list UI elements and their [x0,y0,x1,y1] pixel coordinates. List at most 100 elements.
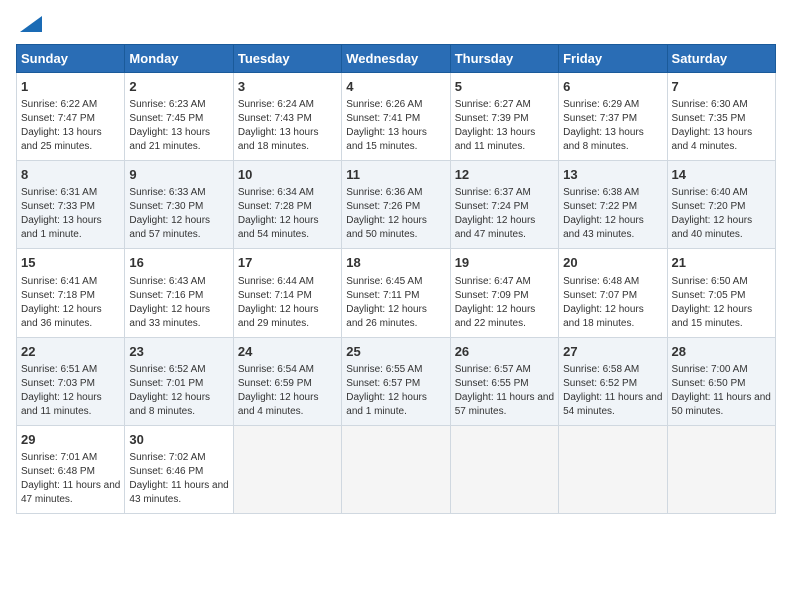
calendar-cell: 3 Sunrise: 6:24 AM Sunset: 7:43 PM Dayli… [233,73,341,161]
calendar-cell: 2 Sunrise: 6:23 AM Sunset: 7:45 PM Dayli… [125,73,233,161]
sunset-text: Sunset: 6:57 PM [346,378,420,389]
calendar-cell: 24 Sunrise: 6:54 AM Sunset: 6:59 PM Dayl… [233,337,341,425]
calendar-week-row: 22 Sunrise: 6:51 AM Sunset: 7:03 PM Dayl… [17,337,776,425]
sunset-text: Sunset: 7:30 PM [129,201,203,212]
daylight-text: Daylight: 13 hours and 1 minute. [21,215,102,240]
calendar-cell: 6 Sunrise: 6:29 AM Sunset: 7:37 PM Dayli… [559,73,667,161]
sunrise-text: Sunrise: 6:54 AM [238,364,314,375]
day-number: 20 [563,254,662,272]
day-number: 21 [672,254,771,272]
day-number: 18 [346,254,445,272]
calendar-cell: 19 Sunrise: 6:47 AM Sunset: 7:09 PM Dayl… [450,249,558,337]
sunset-text: Sunset: 6:46 PM [129,466,203,477]
sunset-text: Sunset: 7:24 PM [455,201,529,212]
sunset-text: Sunset: 7:22 PM [563,201,637,212]
day-number: 4 [346,78,445,96]
sunrise-text: Sunrise: 7:00 AM [672,364,748,375]
logo-icon [20,16,42,32]
sunrise-text: Sunrise: 6:38 AM [563,187,639,198]
calendar-cell: 26 Sunrise: 6:57 AM Sunset: 6:55 PM Dayl… [450,337,558,425]
calendar-cell: 22 Sunrise: 6:51 AM Sunset: 7:03 PM Dayl… [17,337,125,425]
daylight-text: Daylight: 12 hours and 36 minutes. [21,304,102,329]
sunrise-text: Sunrise: 6:44 AM [238,276,314,287]
sunrise-text: Sunrise: 6:23 AM [129,99,205,110]
sunset-text: Sunset: 7:45 PM [129,113,203,124]
day-number: 5 [455,78,554,96]
day-number: 30 [129,431,228,449]
sunrise-text: Sunrise: 6:37 AM [455,187,531,198]
calendar-cell: 1 Sunrise: 6:22 AM Sunset: 7:47 PM Dayli… [17,73,125,161]
sunrise-text: Sunrise: 6:50 AM [672,276,748,287]
sunset-text: Sunset: 7:37 PM [563,113,637,124]
daylight-text: Daylight: 12 hours and 43 minutes. [563,215,644,240]
header-thursday: Thursday [450,45,558,73]
daylight-text: Daylight: 11 hours and 50 minutes. [672,392,771,417]
calendar-cell [559,425,667,513]
day-number: 2 [129,78,228,96]
calendar-week-row: 15 Sunrise: 6:41 AM Sunset: 7:18 PM Dayl… [17,249,776,337]
daylight-text: Daylight: 12 hours and 50 minutes. [346,215,427,240]
sunset-text: Sunset: 7:39 PM [455,113,529,124]
calendar-cell: 10 Sunrise: 6:34 AM Sunset: 7:28 PM Dayl… [233,161,341,249]
day-number: 19 [455,254,554,272]
sunset-text: Sunset: 6:52 PM [563,378,637,389]
calendar-cell: 11 Sunrise: 6:36 AM Sunset: 7:26 PM Dayl… [342,161,450,249]
sunset-text: Sunset: 7:18 PM [21,290,95,301]
calendar-cell: 21 Sunrise: 6:50 AM Sunset: 7:05 PM Dayl… [667,249,775,337]
sunrise-text: Sunrise: 6:29 AM [563,99,639,110]
daylight-text: Daylight: 11 hours and 47 minutes. [21,480,120,505]
day-number: 14 [672,166,771,184]
day-number: 27 [563,343,662,361]
sunrise-text: Sunrise: 6:40 AM [672,187,748,198]
sunset-text: Sunset: 7:41 PM [346,113,420,124]
calendar-week-row: 29 Sunrise: 7:01 AM Sunset: 6:48 PM Dayl… [17,425,776,513]
sunrise-text: Sunrise: 6:31 AM [21,187,97,198]
daylight-text: Daylight: 11 hours and 54 minutes. [563,392,662,417]
calendar-cell: 13 Sunrise: 6:38 AM Sunset: 7:22 PM Dayl… [559,161,667,249]
calendar-cell: 17 Sunrise: 6:44 AM Sunset: 7:14 PM Dayl… [233,249,341,337]
sunset-text: Sunset: 7:05 PM [672,290,746,301]
sunset-text: Sunset: 7:47 PM [21,113,95,124]
day-number: 16 [129,254,228,272]
sunset-text: Sunset: 7:28 PM [238,201,312,212]
day-number: 9 [129,166,228,184]
sunset-text: Sunset: 7:09 PM [455,290,529,301]
calendar-cell [667,425,775,513]
daylight-text: Daylight: 11 hours and 57 minutes. [455,392,554,417]
day-number: 3 [238,78,337,96]
calendar-cell: 28 Sunrise: 7:00 AM Sunset: 6:50 PM Dayl… [667,337,775,425]
sunset-text: Sunset: 7:14 PM [238,290,312,301]
header-wednesday: Wednesday [342,45,450,73]
calendar-cell: 15 Sunrise: 6:41 AM Sunset: 7:18 PM Dayl… [17,249,125,337]
daylight-text: Daylight: 12 hours and 29 minutes. [238,304,319,329]
day-number: 24 [238,343,337,361]
daylight-text: Daylight: 12 hours and 47 minutes. [455,215,536,240]
calendar-cell: 5 Sunrise: 6:27 AM Sunset: 7:39 PM Dayli… [450,73,558,161]
calendar-cell: 18 Sunrise: 6:45 AM Sunset: 7:11 PM Dayl… [342,249,450,337]
calendar-cell: 7 Sunrise: 6:30 AM Sunset: 7:35 PM Dayli… [667,73,775,161]
day-number: 22 [21,343,120,361]
calendar-cell [233,425,341,513]
sunrise-text: Sunrise: 6:22 AM [21,99,97,110]
daylight-text: Daylight: 13 hours and 18 minutes. [238,127,319,152]
calendar-cell: 12 Sunrise: 6:37 AM Sunset: 7:24 PM Dayl… [450,161,558,249]
sunrise-text: Sunrise: 6:43 AM [129,276,205,287]
daylight-text: Daylight: 12 hours and 8 minutes. [129,392,210,417]
sunrise-text: Sunrise: 6:52 AM [129,364,205,375]
daylight-text: Daylight: 12 hours and 40 minutes. [672,215,753,240]
sunset-text: Sunset: 6:48 PM [21,466,95,477]
day-number: 29 [21,431,120,449]
sunrise-text: Sunrise: 6:57 AM [455,364,531,375]
daylight-text: Daylight: 13 hours and 11 minutes. [455,127,536,152]
day-number: 1 [21,78,120,96]
sunrise-text: Sunrise: 6:47 AM [455,276,531,287]
sunset-text: Sunset: 7:16 PM [129,290,203,301]
daylight-text: Daylight: 12 hours and 18 minutes. [563,304,644,329]
sunset-text: Sunset: 7:07 PM [563,290,637,301]
daylight-text: Daylight: 11 hours and 43 minutes. [129,480,228,505]
sunrise-text: Sunrise: 6:48 AM [563,276,639,287]
sunrise-text: Sunrise: 6:26 AM [346,99,422,110]
day-number: 15 [21,254,120,272]
sunrise-text: Sunrise: 6:36 AM [346,187,422,198]
calendar-cell: 25 Sunrise: 6:55 AM Sunset: 6:57 PM Dayl… [342,337,450,425]
